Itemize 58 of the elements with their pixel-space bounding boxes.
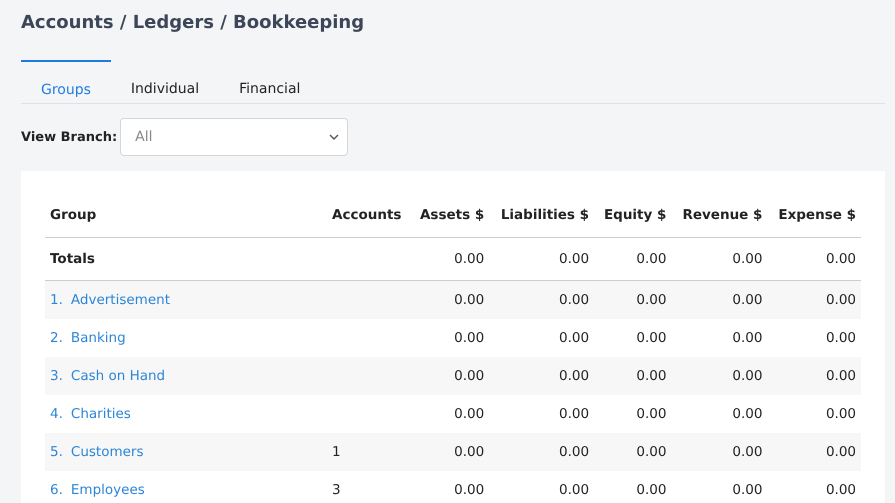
group-link[interactable]: 4. Charities [50, 406, 131, 422]
amount: 0.00 [826, 292, 856, 308]
amount: 0.00 [636, 251, 666, 267]
amount: 0.00 [559, 292, 590, 308]
column-header: Equity $ [594, 193, 672, 238]
amount: 0.00 [559, 330, 590, 346]
amount: 0.00 [454, 330, 484, 346]
tab[interactable]: Individual [110, 60, 220, 103]
amount: 0.00 [826, 406, 856, 422]
totals-label: Totals [50, 251, 95, 267]
tab[interactable]: Financial [219, 60, 320, 103]
amount: 0.00 [559, 482, 590, 498]
amount: 0.00 [732, 251, 762, 267]
amount: 0.00 [826, 251, 856, 267]
branch-select[interactable]: All [120, 118, 348, 156]
amount: 0.00 [559, 368, 590, 384]
page-title: Accounts / Ledgers / Bookkeeping [21, 12, 366, 33]
column-header: Expense $ [767, 193, 861, 238]
amount: 0.00 [732, 330, 762, 346]
amount: 0.00 [732, 292, 762, 308]
column-header: Revenue $ [671, 193, 768, 238]
amount: 0.00 [636, 292, 666, 308]
amount: 0.00 [826, 444, 856, 460]
amount: 0.00 [559, 406, 590, 422]
amount: 0.00 [636, 444, 666, 460]
group-link[interactable]: 3. Cash on Hand [50, 368, 166, 384]
amount: 0.00 [636, 368, 666, 384]
group-link[interactable]: 2. Banking [50, 330, 126, 346]
amount: 0.00 [732, 482, 762, 498]
amount: 0.00 [559, 444, 590, 460]
amount: 0.00 [826, 368, 856, 384]
amount: 0.00 [826, 330, 856, 346]
group-link[interactable]: 1. Advertisement [50, 292, 170, 308]
amount: 0.00 [636, 406, 666, 422]
amount: 0.00 [454, 292, 484, 308]
amount: 0.00 [454, 368, 484, 384]
amount: 0.00 [732, 406, 762, 422]
amount: 0.00 [454, 482, 484, 498]
amount: 0.00 [636, 330, 666, 346]
amount: 0.00 [826, 482, 856, 498]
column-header: Liabilities $ [489, 193, 594, 238]
group-link[interactable]: 6. Employees [50, 482, 145, 498]
amount: 0.00 [454, 406, 484, 422]
filter-label: View Branch: [21, 130, 118, 144]
amount: 0.00 [454, 444, 484, 460]
chevron-down-icon [329, 134, 340, 140]
group-link[interactable]: 5. Customers [50, 444, 144, 460]
amount: 0.00 [559, 251, 590, 267]
column-header: Assets $ [410, 193, 490, 238]
account-count: 1 [332, 444, 341, 460]
tab[interactable]: Groups [21, 60, 111, 103]
column-header: Group [45, 193, 320, 238]
column-header: Accounts [320, 193, 410, 238]
amount: 0.00 [732, 444, 762, 460]
amount: 0.00 [454, 251, 484, 267]
amount: 0.00 [732, 368, 762, 384]
account-count: 3 [332, 482, 341, 498]
amount: 0.00 [636, 482, 666, 498]
